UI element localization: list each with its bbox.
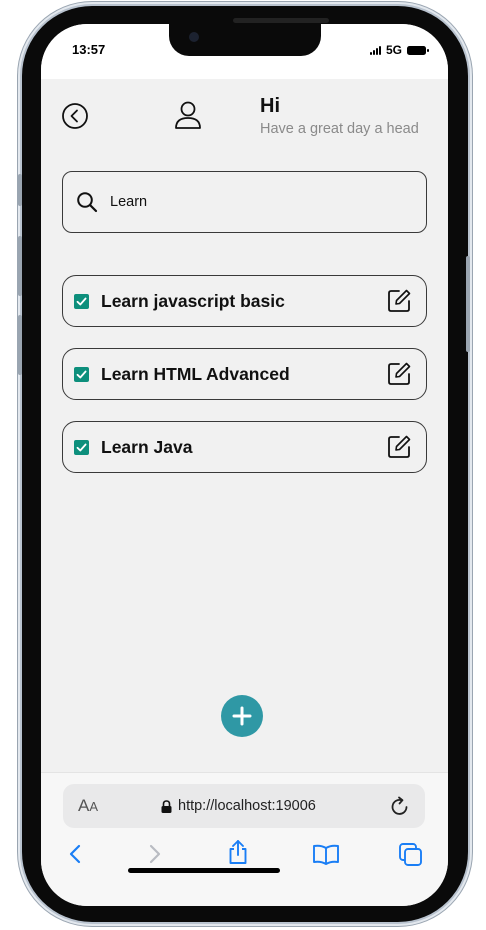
forward-chevron-icon[interactable] — [143, 842, 165, 866]
battery-icon — [407, 45, 429, 55]
task-checkbox[interactable] — [74, 439, 89, 455]
checkmark-icon — [76, 297, 87, 305]
task-label: Learn javascript basic — [101, 290, 285, 311]
greeting-subtitle: Have a great day a head — [260, 121, 419, 137]
mute-switch — [18, 174, 22, 206]
lock-icon — [161, 799, 172, 813]
address-bar[interactable]: AA http://localhost:19006 — [63, 784, 425, 828]
task-item[interactable]: Learn HTML Advanced — [62, 348, 427, 400]
signal-icon — [369, 45, 381, 55]
volume-down-button — [18, 315, 22, 375]
task-checkbox[interactable] — [74, 293, 89, 309]
text-size-label-large: A — [78, 796, 90, 815]
search-box[interactable] — [62, 171, 427, 233]
edit-icon[interactable] — [386, 361, 412, 387]
browser-toolbar: AA http://localhost:19006 — [41, 772, 448, 906]
user-icon[interactable] — [172, 98, 204, 130]
checkmark-icon — [76, 370, 87, 378]
checkmark-icon — [76, 443, 87, 451]
back-chevron-icon[interactable] — [65, 842, 87, 866]
home-indicator — [128, 868, 280, 873]
speaker-grille — [233, 18, 329, 23]
task-label: Learn Java — [101, 436, 193, 457]
task-checkbox[interactable] — [74, 366, 89, 382]
tabs-icon[interactable] — [398, 842, 424, 868]
url-display[interactable]: http://localhost:19006 — [161, 798, 316, 814]
search-input[interactable] — [108, 193, 392, 211]
plus-icon — [232, 706, 252, 726]
task-item[interactable]: Learn javascript basic — [62, 275, 427, 327]
edit-icon[interactable] — [386, 434, 412, 460]
camera-icon — [189, 32, 199, 42]
text-size-button[interactable]: AA — [78, 796, 98, 816]
edit-icon[interactable] — [386, 288, 412, 314]
bookmarks-icon[interactable] — [312, 842, 340, 866]
network-label: 5G — [385, 43, 402, 57]
volume-up-button — [18, 236, 22, 296]
back-circle-icon[interactable] — [61, 102, 89, 130]
notch — [169, 24, 321, 56]
greeting: Hi Have a great day a head — [260, 94, 419, 139]
share-icon[interactable] — [226, 838, 250, 866]
phone-screen: 13:57 5G Hi Have a great day a head Lear… — [41, 24, 448, 906]
url-text: http://localhost:19006 — [178, 798, 316, 814]
power-button — [466, 256, 470, 352]
search-icon — [77, 192, 98, 213]
status-icons: 5G — [369, 43, 429, 57]
add-task-button[interactable] — [221, 695, 263, 737]
status-time: 13:57 — [72, 42, 106, 57]
reload-icon[interactable] — [389, 795, 411, 817]
task-label: Learn HTML Advanced — [101, 363, 290, 384]
greeting-title: Hi — [260, 95, 280, 117]
task-item[interactable]: Learn Java — [62, 421, 427, 473]
text-size-label-small: A — [89, 799, 99, 814]
